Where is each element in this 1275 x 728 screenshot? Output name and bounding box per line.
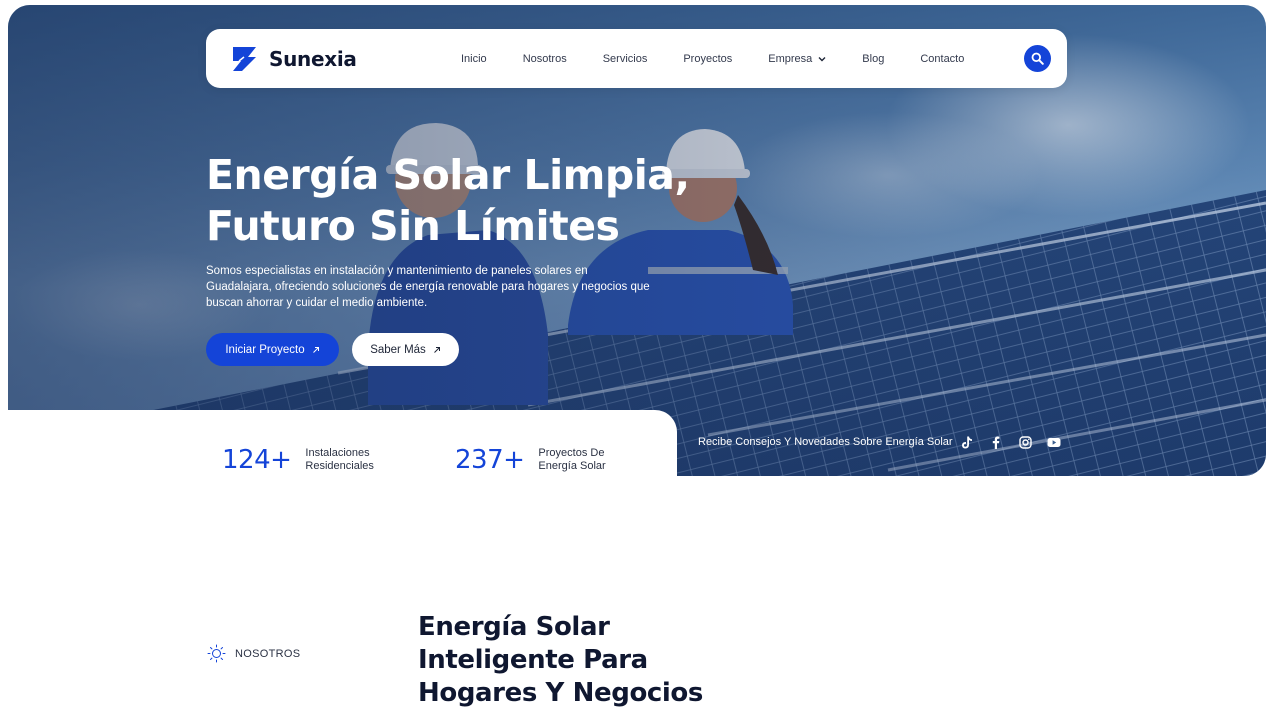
nav-label: Blog [862,52,885,65]
stat-label: Instalaciones Residenciales [305,447,395,473]
search-button[interactable] [1024,45,1051,72]
stat-projects: 237+ Proyectos De Energía Solar [455,445,628,475]
stat-label-line: Proyectos De [538,447,605,459]
nav-blog[interactable]: Blog [844,53,902,65]
arrow-up-right-icon [433,346,440,353]
navbar: Sunexia Inicio Nosotros Servicios Proyec… [206,29,1067,88]
stat-label-line: Instalaciones [305,447,370,459]
nav-label: Servicios [602,52,648,65]
facebook-link[interactable] [989,435,1003,449]
nav-empresa[interactable]: Empresa [750,53,844,65]
button-label: Saber Más [370,343,426,356]
stat-label: Proyectos De Energía Solar [538,447,628,473]
learn-more-button[interactable]: Saber Más [352,333,459,366]
nav-label: Empresa [768,52,813,65]
youtube-link[interactable] [1047,435,1061,449]
main-menu: Inicio Nosotros Servicios Proyectos Empr… [443,53,1024,65]
social-links [960,435,1061,449]
stat-installations: 124+ Instalaciones Residenciales [222,445,395,475]
section-tag-label: NOSOTROS [235,647,301,660]
hero-title: Energía Solar Limpia, Futuro Sin Límites [206,150,726,252]
stat-label-line: Residenciales [305,460,374,472]
button-label: Iniciar Proyecto [225,343,305,356]
about-title-line: Hogares Y Negocios [418,678,703,708]
logo[interactable]: Sunexia [230,44,443,73]
youtube-icon [1047,437,1061,447]
nav-label: Inicio [461,52,487,65]
tiktok-link[interactable] [960,435,974,449]
nav-contacto[interactable]: Contacto [902,53,982,65]
about-title: Energía Solar Inteligente Para Hogares Y… [418,611,748,710]
nav-label: Proyectos [683,52,733,65]
search-icon [1031,52,1044,65]
arrow-up-right-icon [312,346,319,353]
start-project-button[interactable]: Iniciar Proyecto [206,333,339,366]
hero-title-line: Futuro Sin Límites [206,202,620,250]
nav-label: Nosotros [522,52,567,65]
hero-description: Somos especialistas en instalación y man… [206,265,650,309]
nav-inicio[interactable]: Inicio [443,53,505,65]
instagram-link[interactable] [1018,435,1032,449]
nav-proyectos[interactable]: Proyectos [665,53,750,65]
brand-name: Sunexia [269,46,357,71]
about-title-line: Energía Solar [418,612,610,642]
chevron-down-icon [818,56,826,61]
stat-value: 237+ [455,445,525,475]
nav-label: Contacto [920,52,965,65]
about-title-line: Inteligente Para [418,645,648,675]
instagram-icon [1018,435,1032,449]
stat-value: 124+ [222,445,292,475]
nav-nosotros[interactable]: Nosotros [505,53,585,65]
sun-icon [207,644,226,663]
newsletter-text: Recibe Consejos Y Novedades Sobre Energí… [698,436,953,448]
stat-label-line: Energía Solar [538,460,606,472]
tiktok-icon [962,436,972,448]
facebook-icon [992,436,1000,449]
hero-title-line: Energía Solar Limpia, [206,151,690,199]
logo-icon [233,47,256,71]
nav-servicios[interactable]: Servicios [585,53,666,65]
section-tag: NOSOTROS [207,644,300,663]
